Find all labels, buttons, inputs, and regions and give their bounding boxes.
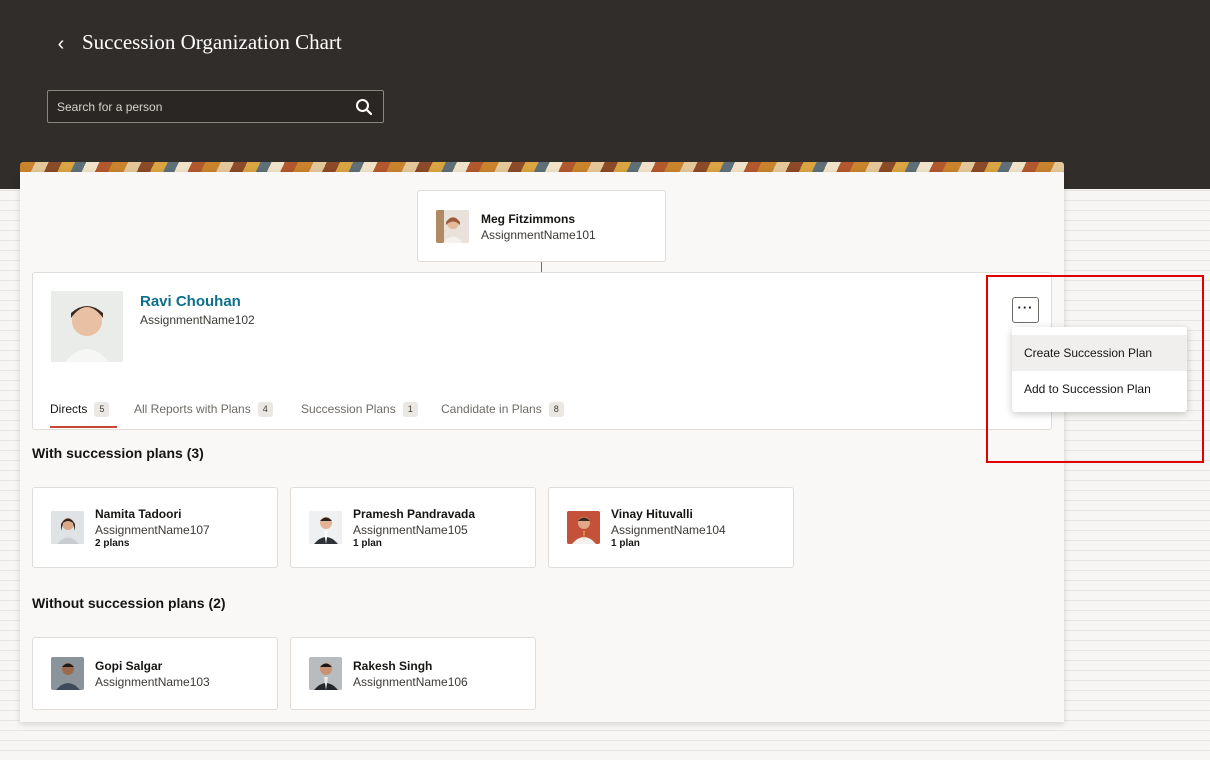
person-assignment: AssignmentName107 (95, 523, 210, 537)
person-assignment: AssignmentName103 (95, 675, 210, 689)
tab-label: Directs (50, 402, 88, 416)
search-icon[interactable] (355, 98, 373, 116)
person-name: Vinay Hituvalli (611, 507, 693, 521)
person-assignment: AssignmentName104 (611, 523, 726, 537)
count-badge: 4 (257, 402, 273, 417)
tab-label: Succession Plans (301, 402, 396, 416)
tab-candidate-in-plans[interactable]: Candidate in Plans 8 (441, 402, 564, 417)
person-name: Gopi Salgar (95, 659, 163, 673)
person-name: Rakesh Singh (353, 659, 433, 673)
page-header: ‹ Succession Organization Chart (0, 0, 1210, 189)
person-avatar (51, 511, 84, 544)
person-name: Namita Tadoori (95, 507, 182, 521)
section-title-without-plans: Without succession plans (2) (32, 595, 226, 611)
manager-assignment: AssignmentName101 (481, 228, 596, 242)
person-avatar (309, 511, 342, 544)
back-button[interactable]: ‹ (50, 32, 72, 56)
tab-directs[interactable]: Directs 5 (50, 402, 110, 417)
person-name: Pramesh Pandravada (353, 507, 476, 521)
selected-person-assignment: AssignmentName102 (140, 313, 255, 327)
count-badge: 5 (94, 402, 110, 417)
page-title: Succession Organization Chart (82, 30, 342, 54)
plans-count: 2 plans (95, 538, 130, 549)
section-title-with-plans: With succession plans (3) (32, 445, 204, 461)
org-connector-line (541, 262, 542, 272)
highlight-annotation (986, 275, 1204, 463)
person-avatar (51, 657, 84, 690)
manager-avatar (436, 210, 469, 243)
tab-label: All Reports with Plans (134, 402, 251, 416)
tab-all-reports-with-plans[interactable]: All Reports with Plans 4 (134, 402, 273, 417)
selected-person-avatar (51, 291, 123, 362)
count-badge: 8 (548, 402, 564, 417)
person-assignment: AssignmentName105 (353, 523, 468, 537)
search-input[interactable] (48, 91, 348, 122)
person-avatar (309, 657, 342, 690)
tab-succession-plans[interactable]: Succession Plans 1 (301, 402, 418, 417)
chevron-left-icon: ‹ (57, 33, 65, 55)
search-box (47, 90, 384, 123)
count-badge: 1 (402, 402, 418, 417)
plans-count: 1 plan (611, 538, 640, 549)
active-tab-indicator (50, 426, 117, 428)
tab-label: Candidate in Plans (441, 402, 542, 416)
manager-name: Meg Fitzimmons (481, 212, 576, 226)
selected-person-name[interactable]: Ravi Chouhan (140, 293, 241, 310)
plans-count: 1 plan (353, 538, 382, 549)
decorative-banner (20, 162, 1064, 172)
person-assignment: AssignmentName106 (353, 675, 468, 689)
person-avatar (567, 511, 600, 544)
